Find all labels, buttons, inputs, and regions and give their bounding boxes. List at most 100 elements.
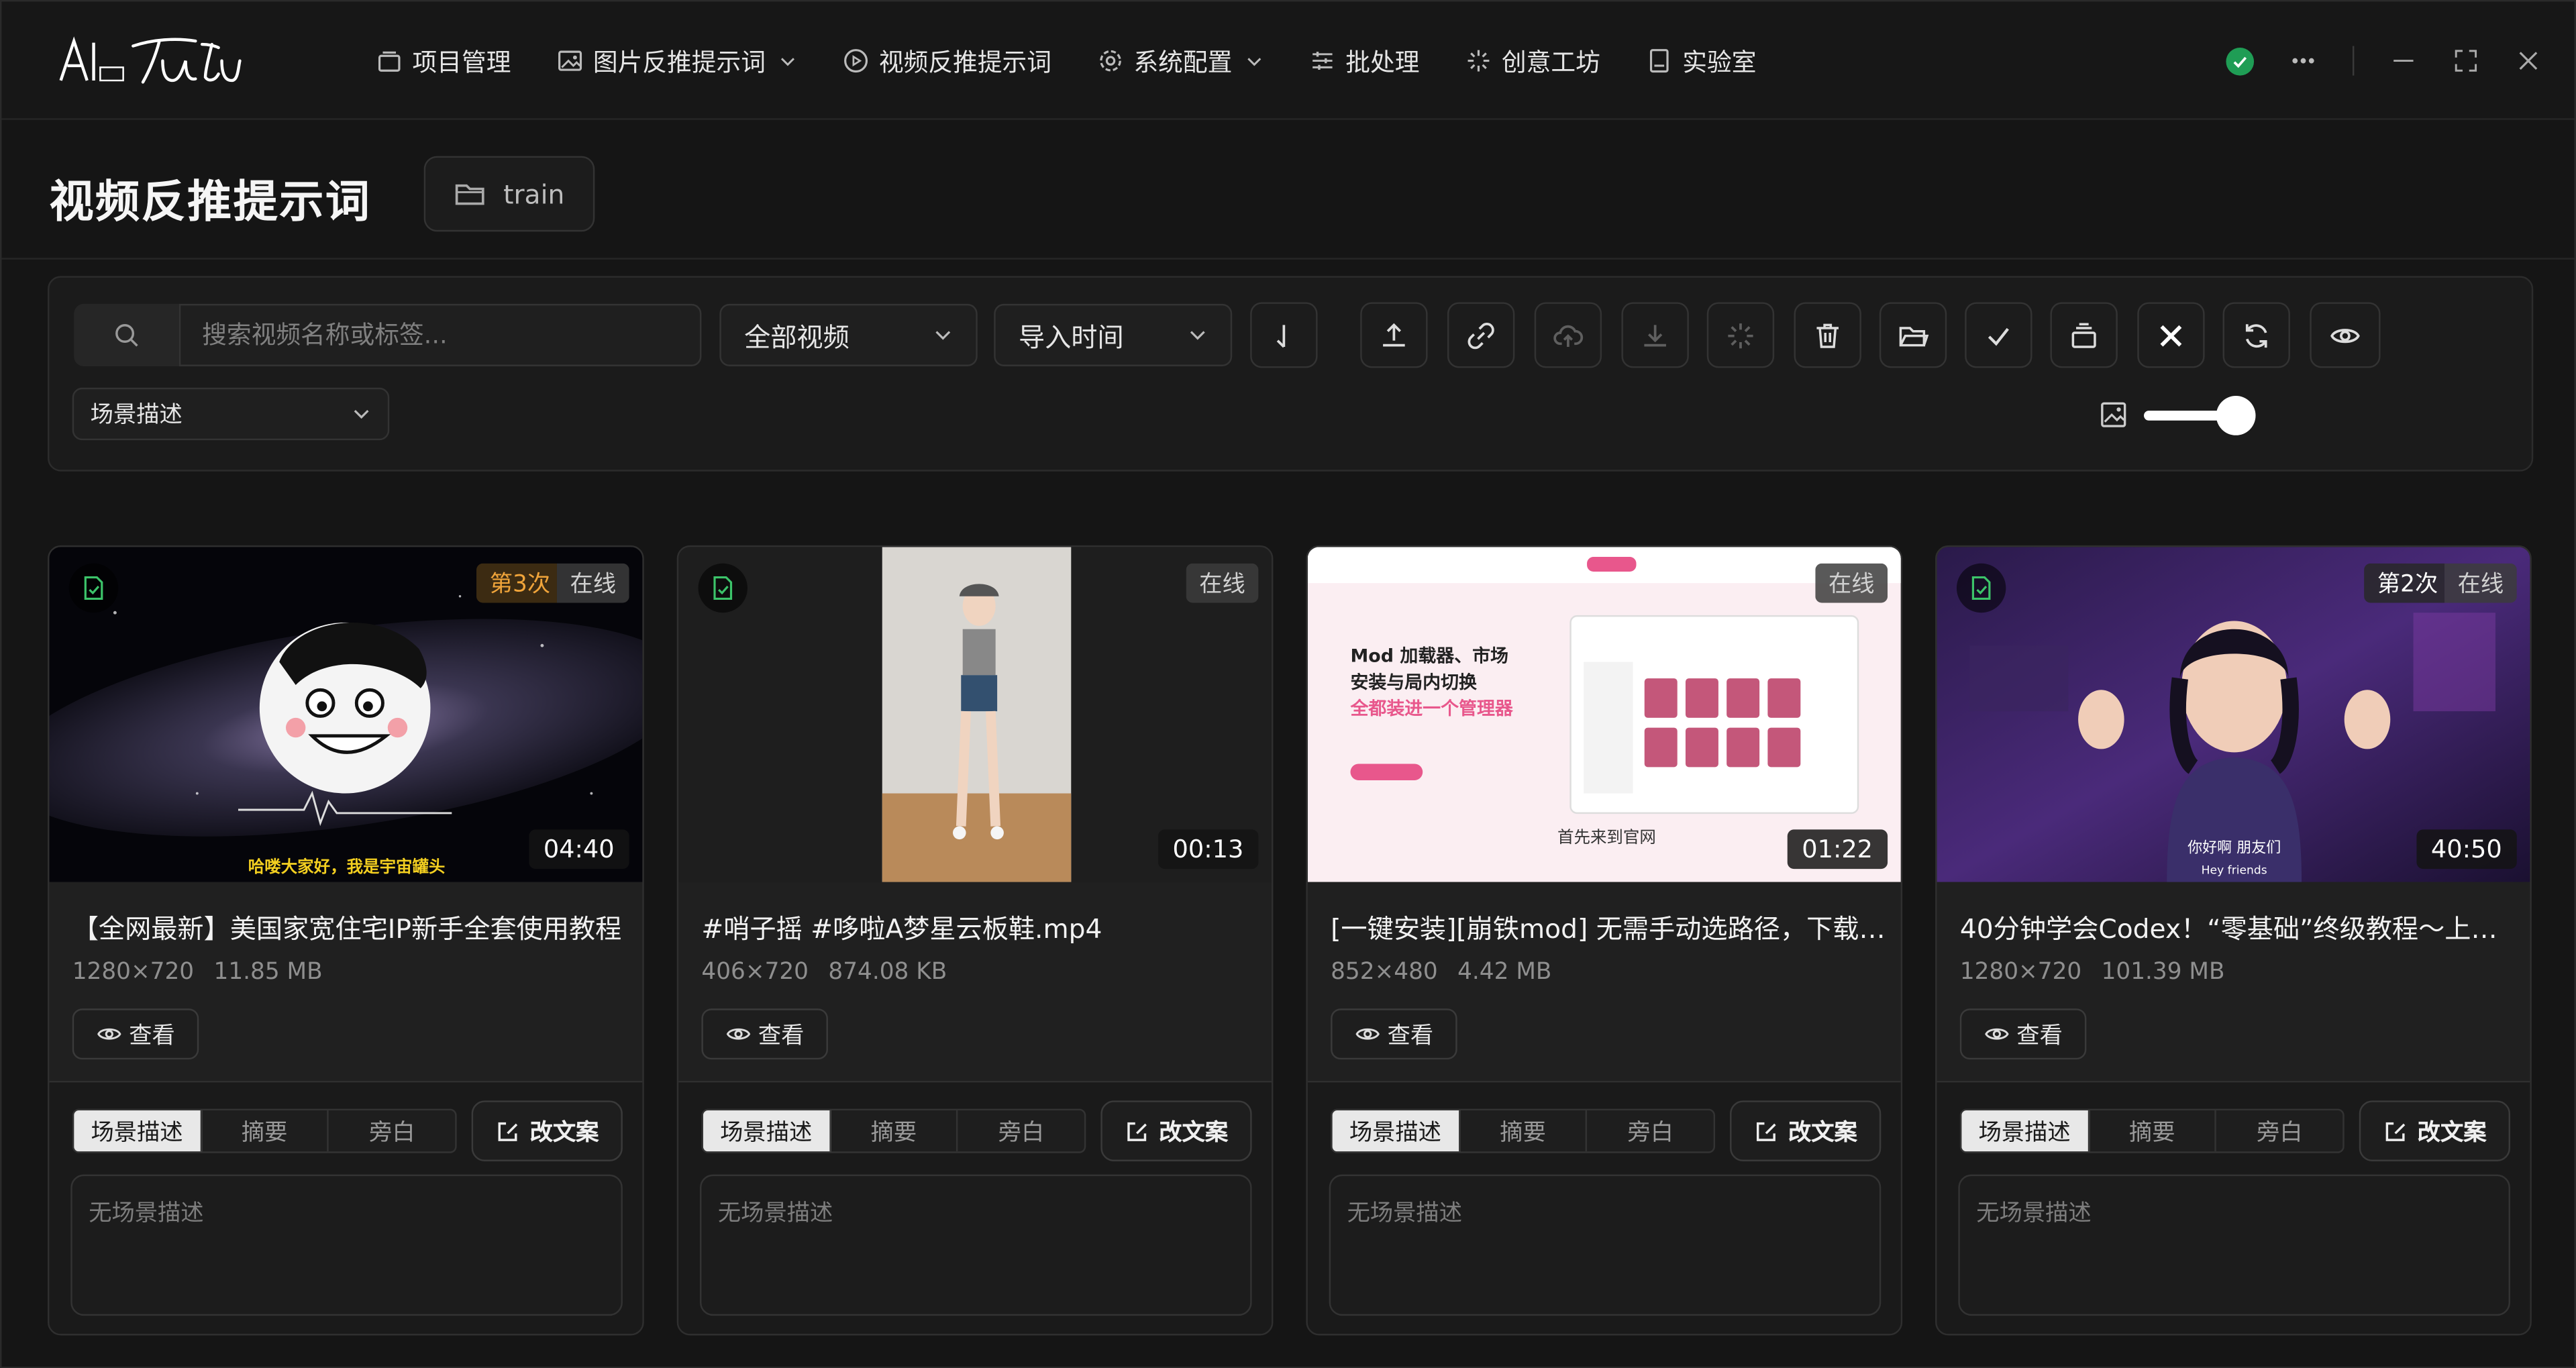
tab-narration[interactable]: 旁白 — [329, 1110, 456, 1151]
edit-copy-button[interactable]: 改文案 — [471, 1100, 623, 1161]
video-thumbnail[interactable]: 在线 00:13 — [678, 547, 1272, 882]
search-input[interactable] — [178, 303, 702, 366]
search-icon — [115, 324, 138, 347]
tab-summary[interactable]: 摘要 — [2089, 1110, 2217, 1152]
view-button[interactable]: 查看 — [1331, 1008, 1457, 1060]
file-check-icon — [713, 576, 733, 600]
search-button[interactable] — [74, 303, 179, 366]
video-card[interactable]: 你好啊 朋友们 Hey friends 第2次 在线 40:50 40分钟学会C… — [1935, 545, 2532, 1336]
scene-description[interactable]: 无场景描述 — [1958, 1174, 2511, 1316]
video-size: 11.85 MB — [213, 959, 323, 986]
duration-badge: 40:50 — [2416, 829, 2517, 870]
video-card[interactable]: 在线 00:13 #哨子摇 #哆啦A梦星云板鞋.mp4 406×720 874.0… — [676, 545, 1274, 1336]
close-window-icon[interactable] — [2515, 48, 2541, 74]
view-button[interactable]: 查看 — [1959, 1008, 2087, 1060]
upload-button[interactable] — [1360, 302, 1428, 368]
content-tabs: 场景描述 摘要 旁白 — [1959, 1108, 2345, 1153]
video-card[interactable]: 哈喽大家好，我是宇宙罐头 第3次 在线 04:40 【全网最新】美国家宽住宅IP… — [48, 545, 644, 1336]
content-tabs: 场景描述 摘要 旁白 — [701, 1108, 1086, 1153]
eye-icon — [1983, 1028, 2008, 1040]
delete-button[interactable] — [1794, 302, 1861, 368]
minimize-icon[interactable] — [2390, 48, 2416, 74]
more-icon[interactable] — [2290, 48, 2316, 74]
scene-description[interactable]: 无场景描述 — [1329, 1174, 1882, 1316]
tab-narration[interactable]: 旁白 — [1588, 1110, 1714, 1151]
content-tabs: 场景描述 摘要 旁白 — [72, 1108, 457, 1153]
status-ok-icon[interactable] — [2226, 46, 2255, 75]
tab-summary[interactable]: 摘要 — [831, 1110, 959, 1152]
view-button[interactable]: 查看 — [72, 1008, 199, 1060]
video-thumbnail[interactable]: Mod 加载器、市场 安装与局内切换 全都装进一个管理器 首先来到官网 在线 0… — [1307, 547, 1901, 882]
tab-narration[interactable]: 旁白 — [2217, 1110, 2343, 1151]
nav-item-image-prompt[interactable]: 图片反推提示词 — [557, 44, 796, 78]
clear-selection-button[interactable] — [2137, 302, 2205, 368]
edit-copy-button[interactable]: 改文案 — [1730, 1100, 1882, 1161]
slider-knob[interactable] — [2216, 396, 2256, 435]
online-badge: 在线 — [556, 563, 629, 603]
nav-item-batch[interactable]: 批处理 — [1309, 44, 1420, 78]
sliders-icon — [1312, 52, 1333, 70]
nav-item-workshop[interactable]: 创意工坊 — [1465, 44, 1600, 78]
title-bar: 项目管理 图片反推提示词 视频反推提示词 系统配置 批处理 创意工坊 实验室 — [1, 1, 2575, 120]
scene-description[interactable]: 无场景描述 — [70, 1174, 623, 1316]
nav-label: 系统配置 — [1133, 46, 1233, 76]
sort-direction-icon — [1276, 324, 1286, 348]
view-label: 查看 — [129, 1022, 175, 1049]
flask-icon — [1650, 49, 1669, 73]
page-title: 视频反推提示词 — [49, 177, 372, 229]
download-button[interactable] — [1621, 302, 1689, 368]
tab-summary[interactable]: 摘要 — [201, 1110, 329, 1152]
sort-direction-button[interactable] — [1250, 302, 1318, 368]
view-button[interactable]: 查看 — [701, 1008, 828, 1060]
preview-toggle-button[interactable] — [2310, 302, 2381, 368]
ai-generate-button[interactable] — [1706, 302, 1775, 368]
folder-name: train — [503, 178, 565, 210]
nav-item-projects[interactable]: 项目管理 — [376, 44, 511, 78]
chevron-down-icon — [781, 57, 795, 66]
edit-icon — [1755, 1121, 1775, 1141]
video-thumbnail[interactable]: 你好啊 朋友们 Hey friends 第2次 在线 40:50 — [1937, 547, 2530, 882]
tab-summary[interactable]: 摘要 — [1460, 1110, 1588, 1152]
cloud-upload-button[interactable] — [1534, 302, 1602, 368]
nav-item-lab[interactable]: 实验室 — [1646, 44, 1757, 78]
online-badge: 在线 — [1186, 563, 1259, 603]
duration-badge: 04:40 — [528, 829, 629, 870]
field-select[interactable]: 场景描述 — [72, 387, 390, 441]
edit-copy-button[interactable]: 改文案 — [2359, 1100, 2511, 1161]
refresh-button[interactable] — [2222, 302, 2290, 368]
scene-description[interactable]: 无场景描述 — [699, 1174, 1252, 1316]
thumbnail-size-slider[interactable] — [2144, 394, 2256, 437]
thumbnail-caption: 你好啊 朋友们 — [2187, 840, 2281, 857]
view-label: 查看 — [2016, 1022, 2063, 1049]
video-title: 【全网最新】美国家宽住宅IP新手全套使用教程 — [72, 913, 622, 945]
maximize-icon[interactable] — [2453, 48, 2479, 74]
video-card[interactable]: Mod 加载器、市场 安装与局内切换 全都装进一个管理器 首先来到官网 在线 0… — [1306, 545, 1903, 1336]
sort-select[interactable]: 导入时间 — [994, 303, 1233, 366]
video-filter-select[interactable]: 全部视频 — [719, 303, 978, 366]
open-folder-button[interactable] — [1879, 302, 1947, 368]
select-all-button[interactable] — [1965, 302, 2032, 368]
nav-label: 项目管理 — [412, 46, 511, 76]
close-icon — [2160, 324, 2182, 346]
nav-item-video-prompt[interactable]: 视频反推提示词 — [843, 44, 1051, 78]
tab-scene[interactable]: 场景描述 — [74, 1110, 202, 1152]
nav-item-settings[interactable]: 系统配置 — [1098, 44, 1264, 78]
edit-label: 改文案 — [1159, 1119, 1229, 1146]
tab-scene[interactable]: 场景描述 — [1961, 1110, 2090, 1152]
tab-narration[interactable]: 旁白 — [958, 1110, 1084, 1151]
eye-icon — [725, 1028, 750, 1040]
check-icon — [1988, 327, 2009, 346]
edit-copy-button[interactable]: 改文案 — [1100, 1100, 1252, 1161]
tab-scene[interactable]: 场景描述 — [1332, 1110, 1460, 1152]
window-controls — [2226, 41, 2541, 81]
import-link-button[interactable] — [1447, 302, 1515, 368]
upload-icon — [1383, 322, 1405, 346]
folder-button[interactable]: train — [423, 156, 595, 232]
online-badge: 在线 — [2444, 563, 2517, 603]
tab-scene[interactable]: 场景描述 — [703, 1110, 831, 1152]
video-thumbnail[interactable]: 哈喽大家好，我是宇宙罐头 第3次 在线 04:40 — [49, 547, 643, 882]
video-size: 874.08 KB — [828, 959, 947, 986]
batch-layers-button[interactable] — [2050, 302, 2118, 368]
file-check-icon — [1971, 576, 1991, 600]
gear-icon — [1100, 50, 1121, 72]
